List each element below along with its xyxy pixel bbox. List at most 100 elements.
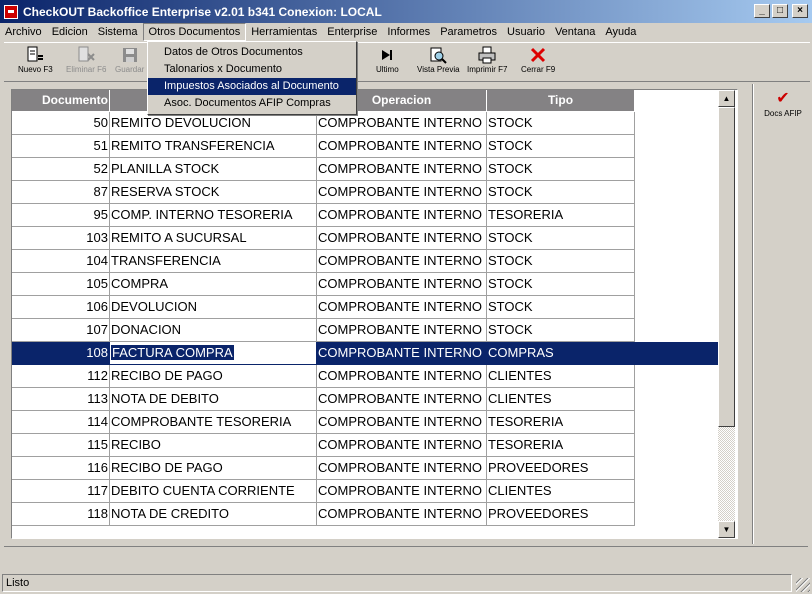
cell-operacion[interactable]: COMPROBANTE INTERNO: [317, 434, 487, 457]
vista-previa-button[interactable]: Vista Previa: [417, 45, 460, 81]
cell-tipo[interactable]: CLIENTES: [487, 388, 635, 411]
table-row[interactable]: 112 RECIBO DE PAGO COMPROBANTE INTERNO CLIE…: [12, 365, 718, 388]
dropdown-item[interactable]: Impuestos Asociados al Documento: [148, 78, 356, 95]
cell-tipo[interactable]: STOCK: [487, 112, 635, 135]
cell-descripcion[interactable]: FACTURA COMPRA: [110, 342, 317, 365]
cell-descripcion[interactable]: NOTA DE CREDITO: [110, 503, 317, 526]
cell-operacion[interactable]: COMPROBANTE INTERNO: [317, 388, 487, 411]
documents-grid[interactable]: Documento Operacion Tipo 50 REMITO DEVOLUCI…: [11, 89, 738, 539]
cell-tipo[interactable]: PROVEEDORES: [487, 457, 635, 480]
cell-documento[interactable]: 105: [12, 273, 110, 296]
cell-documento[interactable]: 107: [12, 319, 110, 342]
cell-descripcion[interactable]: NOTA DE DEBITO: [110, 388, 317, 411]
table-row[interactable]: 95 COMP. INTERNO TESORERIA COMPROBANTE INT…: [12, 204, 718, 227]
cell-tipo[interactable]: STOCK: [487, 227, 635, 250]
cell-operacion[interactable]: COMPROBANTE INTERNO: [317, 227, 487, 250]
cell-tipo[interactable]: COMPRAS: [487, 342, 635, 365]
cell-operacion[interactable]: COMPROBANTE INTERNO: [317, 296, 487, 319]
menu-edicion[interactable]: Edicion: [47, 23, 93, 41]
cell-operacion[interactable]: COMPROBANTE INTERNO: [317, 250, 487, 273]
nuevo-button[interactable]: Nuevo F3: [18, 45, 53, 81]
menu-ayuda[interactable]: Ayuda: [600, 23, 641, 41]
cell-tipo[interactable]: CLIENTES: [487, 365, 635, 388]
cell-descripcion[interactable]: COMP. INTERNO TESORERIA: [110, 204, 317, 227]
scroll-thumb[interactable]: [718, 107, 735, 427]
cell-operacion[interactable]: COMPROBANTE INTERNO: [317, 411, 487, 434]
scroll-track[interactable]: [718, 427, 735, 521]
cell-documento[interactable]: 106: [12, 296, 110, 319]
vertical-scrollbar[interactable]: ▲ ▼: [718, 90, 735, 538]
cell-tipo[interactable]: TESORERIA: [487, 204, 635, 227]
cell-descripcion[interactable]: DONACION: [110, 319, 317, 342]
cell-tipo[interactable]: STOCK: [487, 181, 635, 204]
scroll-down-button[interactable]: ▼: [718, 521, 735, 538]
table-row[interactable]: 103 REMITO A SUCURSAL COMPROBANTE INTERNO S…: [12, 227, 718, 250]
cell-operacion[interactable]: COMPROBANTE INTERNO: [317, 365, 487, 388]
cell-documento[interactable]: 114: [12, 411, 110, 434]
maximize-button[interactable]: □: [772, 4, 788, 18]
guardar-button[interactable]: Guardar: [115, 45, 144, 81]
minimize-button[interactable]: _: [754, 4, 770, 18]
cell-descripcion[interactable]: REMITO TRANSFERENCIA: [110, 135, 317, 158]
menu-archivo[interactable]: Archivo: [0, 23, 47, 41]
menu-enterprise[interactable]: Enterprise: [322, 23, 382, 41]
menu-sistema[interactable]: Sistema: [93, 23, 143, 41]
cell-documento[interactable]: 116: [12, 457, 110, 480]
menu-parametros[interactable]: Parametros: [435, 23, 502, 41]
table-row[interactable]: 116 RECIBO DE PAGO COMPROBANTE INTERNO PROV…: [12, 457, 718, 480]
header-documento[interactable]: Documento: [12, 90, 110, 112]
cell-operacion[interactable]: COMPROBANTE INTERNO: [317, 480, 487, 503]
table-row[interactable]: 113 NOTA DE DEBITO COMPROBANTE INTERNO CLIE…: [12, 388, 718, 411]
table-row[interactable]: 114 COMPROBANTE TESORERIA COMPROBANTE INTE…: [12, 411, 718, 434]
cell-operacion[interactable]: COMPROBANTE INTERNO: [317, 204, 487, 227]
scroll-up-button[interactable]: ▲: [718, 90, 735, 107]
cell-descripcion[interactable]: RECIBO DE PAGO: [110, 457, 317, 480]
table-row[interactable]: 104 TRANSFERENCIA COMPROBANTE INTERNO STOCK: [12, 250, 718, 273]
cell-tipo[interactable]: STOCK: [487, 250, 635, 273]
cell-descripcion[interactable]: RECIBO: [110, 434, 317, 457]
imprimir-button[interactable]: Imprimir F7: [467, 45, 507, 81]
cell-operacion[interactable]: COMPROBANTE INTERNO: [317, 273, 487, 296]
cell-descripcion[interactable]: DEVOLUCION: [110, 296, 317, 319]
menu-ventana[interactable]: Ventana: [550, 23, 600, 41]
cell-descripcion[interactable]: REMITO DEVOLUCION: [110, 112, 317, 135]
menu-herramientas[interactable]: Herramientas: [246, 23, 322, 41]
cell-operacion[interactable]: COMPROBANTE INTERNO: [317, 319, 487, 342]
table-row[interactable]: 51 REMITO TRANSFERENCIA COMPROBANTE INTERN…: [12, 135, 718, 158]
cell-descripcion[interactable]: DEBITO CUENTA CORRIENTE: [110, 480, 317, 503]
ultimo-button[interactable]: Ultimo: [376, 45, 399, 81]
cell-operacion[interactable]: COMPROBANTE INTERNO: [317, 457, 487, 480]
cell-descripcion[interactable]: COMPROBANTE TESORERIA: [110, 411, 317, 434]
cell-descripcion[interactable]: RECIBO DE PAGO: [110, 365, 317, 388]
cell-descripcion[interactable]: REMITO A SUCURSAL: [110, 227, 317, 250]
table-row[interactable]: 118 NOTA DE CREDITO COMPROBANTE INTERNO PRO…: [12, 503, 718, 526]
cell-documento[interactable]: 51: [12, 135, 110, 158]
table-row[interactable]: 106 DEVOLUCION COMPROBANTE INTERNO STOCK: [12, 296, 718, 319]
cell-documento[interactable]: 118: [12, 503, 110, 526]
cell-documento[interactable]: 103: [12, 227, 110, 250]
cell-tipo[interactable]: PROVEEDORES: [487, 503, 635, 526]
close-button[interactable]: ×: [792, 4, 808, 18]
cell-documento[interactable]: 117: [12, 480, 110, 503]
menu-otros-documentos[interactable]: Otros Documentos: [142, 23, 247, 41]
cell-documento[interactable]: 113: [12, 388, 110, 411]
table-row[interactable]: 107 DONACION COMPROBANTE INTERNO STOCK: [12, 319, 718, 342]
table-row[interactable]: 108 FACTURA COMPRA COMPROBANTE INTERNO COMP…: [12, 342, 718, 365]
cell-operacion[interactable]: COMPROBANTE INTERNO: [317, 135, 487, 158]
table-row[interactable]: 115 RECIBO COMPROBANTE INTERNO TESORERIA: [12, 434, 718, 457]
cell-documento[interactable]: 52: [12, 158, 110, 181]
header-tipo[interactable]: Tipo: [487, 90, 635, 112]
cell-descripcion[interactable]: COMPRA: [110, 273, 317, 296]
cell-tipo[interactable]: STOCK: [487, 158, 635, 181]
resize-grip[interactable]: [796, 578, 810, 592]
dropdown-item[interactable]: Datos de Otros Documentos: [148, 44, 356, 61]
cerrar-button[interactable]: Cerrar F9: [521, 45, 555, 81]
cell-documento[interactable]: 108: [12, 342, 110, 365]
cell-operacion[interactable]: COMPROBANTE INTERNO: [317, 112, 487, 135]
cell-tipo[interactable]: CLIENTES: [487, 480, 635, 503]
cell-tipo[interactable]: STOCK: [487, 273, 635, 296]
cell-operacion[interactable]: COMPROBANTE INTERNO: [317, 158, 487, 181]
cell-documento[interactable]: 115: [12, 434, 110, 457]
cell-tipo[interactable]: STOCK: [487, 296, 635, 319]
cell-documento[interactable]: 50: [12, 112, 110, 135]
